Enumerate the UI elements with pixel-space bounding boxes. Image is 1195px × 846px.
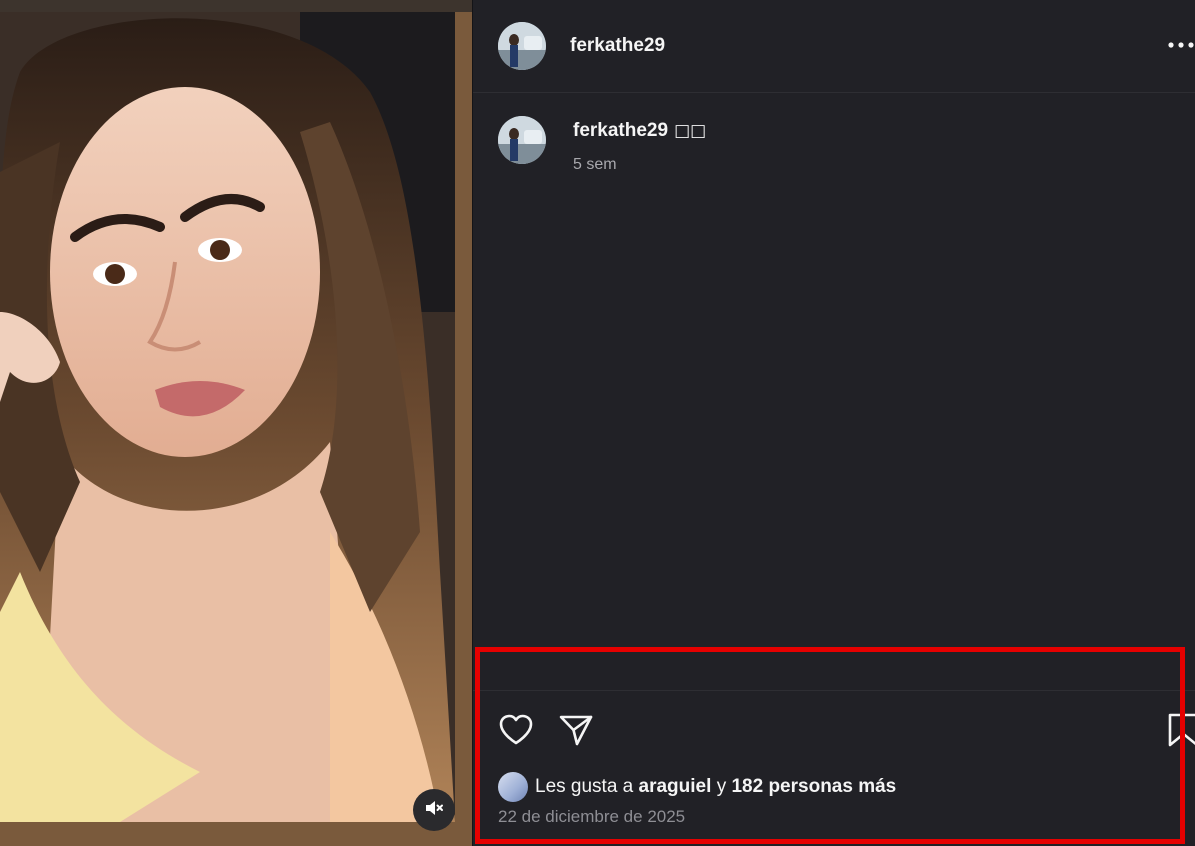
- liker-avatar[interactable]: [498, 772, 528, 802]
- post-photo[interactable]: [0, 12, 455, 822]
- media-panel: [0, 0, 472, 846]
- bookmark-icon: [1167, 713, 1195, 749]
- more-options-button[interactable]: [1167, 33, 1195, 57]
- caption: ferkathe29 □□: [573, 120, 706, 142]
- caption-avatar[interactable]: [498, 116, 546, 164]
- caption-username[interactable]: ferkathe29: [573, 120, 668, 141]
- caption-timestamp[interactable]: 5 sem: [573, 156, 617, 174]
- likes-connector: y: [716, 776, 727, 797]
- likes-count[interactable]: 182 personas más: [731, 776, 896, 798]
- post-header: ferkathe29: [473, 0, 1195, 93]
- media-bottom-strip: [0, 822, 472, 846]
- more-horizontal-icon: [1167, 42, 1195, 61]
- portrait-illustration: [0, 12, 455, 822]
- avatar[interactable]: [498, 22, 546, 70]
- media-edge: [455, 12, 472, 822]
- likes-summary: Les gusta a araguiel y 182 personas más: [498, 772, 896, 802]
- likes-prefix: Les gusta a: [535, 776, 634, 797]
- save-button[interactable]: [1167, 711, 1195, 749]
- post-details-panel: ferkathe29 ferkathe29 □□ 5 sem Les gusta…: [473, 0, 1195, 846]
- like-button[interactable]: [497, 711, 535, 749]
- speaker-muted-icon: [424, 798, 444, 823]
- mute-button[interactable]: [413, 789, 455, 831]
- liker-username[interactable]: araguiel: [639, 776, 712, 798]
- header-username[interactable]: ferkathe29: [570, 35, 665, 57]
- media-top-strip: [0, 0, 472, 12]
- share-button[interactable]: [557, 711, 595, 749]
- caption-emoji: □□: [674, 121, 707, 141]
- post-viewer: ferkathe29 ferkathe29 □□ 5 sem Les gusta…: [0, 0, 1195, 846]
- divider: [473, 690, 1195, 691]
- heart-icon: [497, 714, 535, 753]
- post-date[interactable]: 22 de diciembre de 2025: [498, 807, 685, 827]
- send-icon: [557, 715, 595, 753]
